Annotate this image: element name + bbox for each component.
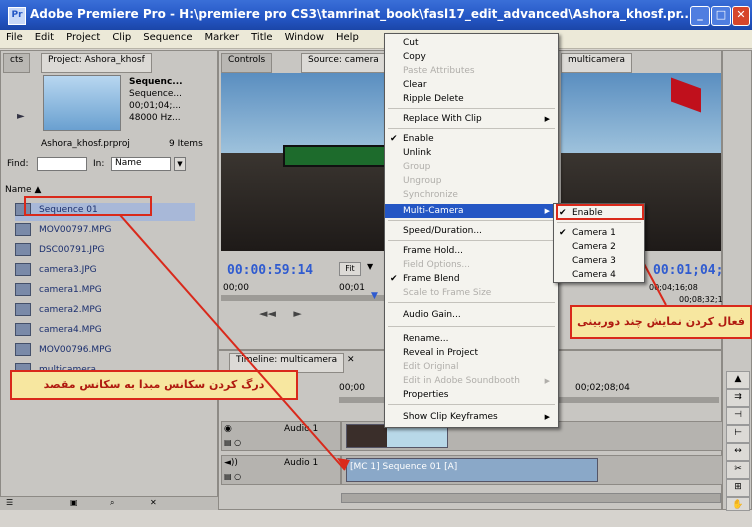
menu-item-label: Reveal in Project bbox=[403, 348, 478, 358]
menu-item-reveal-in-project[interactable]: Reveal in Project bbox=[385, 346, 558, 360]
menu-item-synchronize: Synchronize bbox=[385, 188, 558, 202]
menu-item-label: Edit in Adobe Soundbooth bbox=[403, 376, 520, 386]
checkmark-icon: ✔ bbox=[559, 228, 567, 238]
menu-item-replace-with-clip[interactable]: Replace With Clip ▶ bbox=[385, 112, 558, 126]
menu-item-label: Rename... bbox=[403, 334, 449, 344]
menu-item-label: Replace With Clip bbox=[403, 114, 482, 124]
submenu-arrow-icon: ▶ bbox=[544, 377, 550, 385]
menu-item-label: Clear bbox=[403, 80, 427, 90]
menu-item-label: Scale to Frame Size bbox=[403, 288, 492, 298]
menu-item-field-options: Field Options... bbox=[385, 258, 558, 272]
menu-item-label: Audio Gain... bbox=[403, 310, 461, 320]
menu-item-edit-in-soundbooth: Edit in Adobe Soundbooth ▶ bbox=[385, 374, 558, 388]
menu-item-label: Paste Attributes bbox=[403, 66, 475, 76]
submenu-item-label: Camera 2 bbox=[572, 242, 616, 252]
menu-item-cut[interactable]: Cut bbox=[385, 36, 558, 50]
menu-item-label: Ungroup bbox=[403, 176, 442, 186]
menu-item-ungroup: Ungroup bbox=[385, 174, 558, 188]
checkmark-icon: ✔ bbox=[390, 134, 398, 144]
menu-item-copy[interactable]: Copy bbox=[385, 50, 558, 64]
menu-item-frame-blend[interactable]: ✔ Frame Blend bbox=[385, 272, 558, 286]
menu-item-label: Copy bbox=[403, 52, 426, 62]
menu-item-label: Multi-Camera bbox=[403, 206, 464, 216]
menu-item-rename[interactable]: Rename... bbox=[385, 332, 558, 346]
menu-item-label: Enable bbox=[403, 134, 434, 144]
submenu-arrow-icon: ▶ bbox=[544, 413, 550, 421]
submenu-item-camera-1[interactable]: ✔ Camera 1 bbox=[554, 226, 644, 240]
menu-item-label: Properties bbox=[403, 390, 449, 400]
menu-item-show-clip-keyframes[interactable]: Show Clip Keyframes ▶ bbox=[385, 410, 558, 424]
submenu-item-camera-3[interactable]: Camera 3 bbox=[554, 254, 644, 268]
menu-item-label: Unlink bbox=[403, 148, 432, 158]
drag-arrow bbox=[119, 214, 346, 471]
menu-item-clear[interactable]: Clear bbox=[385, 78, 558, 92]
submenu-item-label: Camera 4 bbox=[572, 270, 616, 280]
menu-item-label: Frame Hold... bbox=[403, 246, 463, 256]
menu-item-ripple-delete[interactable]: Ripple Delete bbox=[385, 92, 558, 106]
menu-item-paste-attributes: Paste Attributes bbox=[385, 64, 558, 78]
menu-item-unlink[interactable]: Unlink bbox=[385, 146, 558, 160]
submenu-arrow-icon: ▶ bbox=[544, 115, 550, 123]
menu-item-enable[interactable]: ✔ Enable bbox=[385, 132, 558, 146]
menu-item-label: Field Options... bbox=[403, 260, 470, 270]
enable-highlight-box bbox=[556, 204, 644, 220]
menu-item-label: Edit Original bbox=[403, 362, 459, 372]
menu-item-frame-hold[interactable]: Frame Hold... bbox=[385, 244, 558, 258]
menu-item-label: Show Clip Keyframes bbox=[403, 412, 498, 422]
menu-item-label: Group bbox=[403, 162, 431, 172]
menu-item-multi-camera[interactable]: Multi-Camera ▶ bbox=[385, 204, 558, 218]
clip-context-menu: Cut Copy Paste Attributes Clear Ripple D… bbox=[384, 33, 559, 428]
submenu-item-label: Camera 3 bbox=[572, 256, 616, 266]
submenu-item-camera-2[interactable]: Camera 2 bbox=[554, 240, 644, 254]
menu-item-label: Ripple Delete bbox=[403, 94, 464, 104]
submenu-item-label: Camera 1 bbox=[572, 228, 616, 238]
menu-item-label: Synchronize bbox=[403, 190, 458, 200]
menu-item-group: Group bbox=[385, 160, 558, 174]
menu-item-label: Frame Blend bbox=[403, 274, 460, 284]
menu-item-properties[interactable]: Properties bbox=[385, 388, 558, 402]
menu-item-label: Speed/Duration... bbox=[403, 226, 482, 236]
submenu-arrow-icon: ▶ bbox=[544, 207, 550, 215]
submenu-item-camera-4[interactable]: Camera 4 bbox=[554, 268, 644, 282]
menu-item-edit-original: Edit Original bbox=[385, 360, 558, 374]
menu-item-speed-duration[interactable]: Speed/Duration... bbox=[385, 224, 558, 238]
menu-item-audio-gain[interactable]: Audio Gain... bbox=[385, 308, 558, 322]
checkmark-icon: ✔ bbox=[390, 274, 398, 284]
menu-item-label: Cut bbox=[403, 38, 419, 48]
menu-item-scale-to-frame-size: Scale to Frame Size bbox=[385, 286, 558, 300]
